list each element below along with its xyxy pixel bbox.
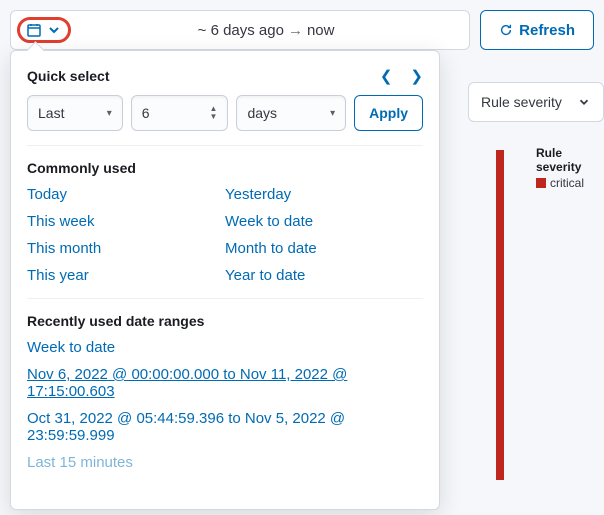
calendar-icon: [26, 22, 42, 38]
date-picker-toggle[interactable]: [17, 17, 71, 43]
refresh-button[interactable]: Refresh: [480, 10, 594, 50]
preset-today[interactable]: Today: [27, 186, 225, 203]
unit-select[interactable]: days▾: [236, 95, 346, 131]
preset-year-to-date[interactable]: Year to date: [225, 267, 423, 284]
tense-select[interactable]: Last▾: [27, 95, 123, 131]
preset-week-to-date[interactable]: Week to date: [225, 213, 423, 230]
preset-yesterday[interactable]: Yesterday: [225, 186, 423, 203]
chevron-down-icon: [46, 22, 62, 38]
preset-month-to-date[interactable]: Month to date: [225, 240, 423, 257]
recently-used-title: Recently used date ranges: [27, 313, 423, 329]
recent-range[interactable]: Oct 31, 2022 @ 05:44:59.396 to Nov 5, 20…: [27, 410, 423, 444]
commonly-used-title: Commonly used: [27, 160, 423, 176]
preset-this-week[interactable]: This week: [27, 213, 225, 230]
recent-range[interactable]: Nov 6, 2022 @ 00:00:00.000 to Nov 11, 20…: [27, 366, 423, 400]
quick-select-prev[interactable]: ❮: [380, 67, 393, 85]
chart-bar: [496, 150, 504, 480]
amount-input[interactable]: 6 ▲▼: [131, 95, 229, 131]
date-picker-popover: Quick select ❮ ❯ Last▾ 6 ▲▼ days▾ Apply …: [10, 50, 440, 510]
stepper-icon: ▲▼: [210, 105, 218, 121]
recent-range[interactable]: Week to date: [27, 339, 423, 356]
recent-range[interactable]: Last 15 minutes: [27, 454, 423, 471]
date-range-button[interactable]: ~ 6 days ago→now: [10, 10, 470, 50]
date-range-text: ~ 6 days ago→now: [71, 22, 461, 39]
chevron-down-icon: [577, 95, 591, 109]
legend-swatch-critical: [536, 178, 546, 188]
quick-select-next[interactable]: ❯: [410, 67, 423, 85]
apply-button[interactable]: Apply: [354, 95, 423, 131]
refresh-icon: [499, 23, 513, 37]
chart-legend: Rule severity critical: [536, 146, 604, 190]
rule-severity-filter[interactable]: Rule severity: [468, 82, 604, 122]
quick-select-title: Quick select: [27, 68, 110, 84]
preset-this-year[interactable]: This year: [27, 267, 225, 284]
preset-this-month[interactable]: This month: [27, 240, 225, 257]
